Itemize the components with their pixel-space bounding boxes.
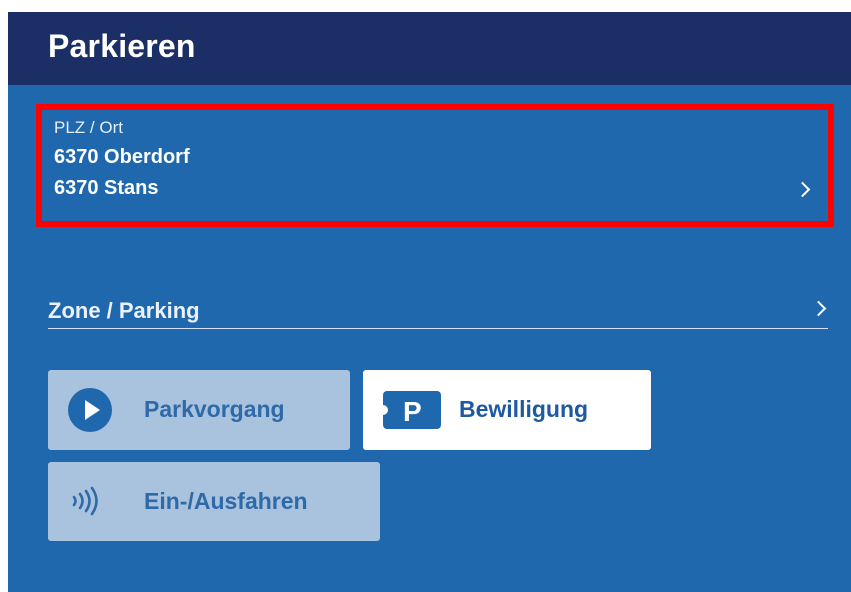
parkvorgang-button[interactable]: Parkvorgang [48,370,350,450]
bewilligung-label: Bewilligung [459,396,589,422]
svg-text:P: P [403,396,422,427]
parking-ticket-icon: P [383,391,441,429]
header-bar: Parkieren [8,12,851,85]
zone-parking-selector[interactable]: Zone / Parking [48,290,828,329]
play-circle-icon [68,388,112,432]
chevron-right-icon [794,181,811,198]
bewilligung-button[interactable]: P Bewilligung [363,370,651,450]
ein-ausfahren-label: Ein-/Ausfahren [144,488,308,514]
parking-panel: Parkieren PLZ / Ort 6370 Oberdorf 6370 S… [8,12,851,592]
location-value-stans: 6370 Stans [54,177,159,199]
zone-label: Zone / Parking [48,298,200,323]
location-value-oberdorf: 6370 Oberdorf [54,146,190,168]
page-title: Parkieren [48,28,196,64]
location-selector[interactable]: PLZ / Ort 6370 Oberdorf 6370 Stans [36,104,834,227]
ein-ausfahren-button[interactable]: Ein-/Ausfahren [48,462,380,541]
nfc-icon [72,486,98,516]
parkvorgang-label: Parkvorgang [144,396,285,422]
location-label: PLZ / Ort [54,118,123,137]
chevron-right-icon [810,300,827,317]
